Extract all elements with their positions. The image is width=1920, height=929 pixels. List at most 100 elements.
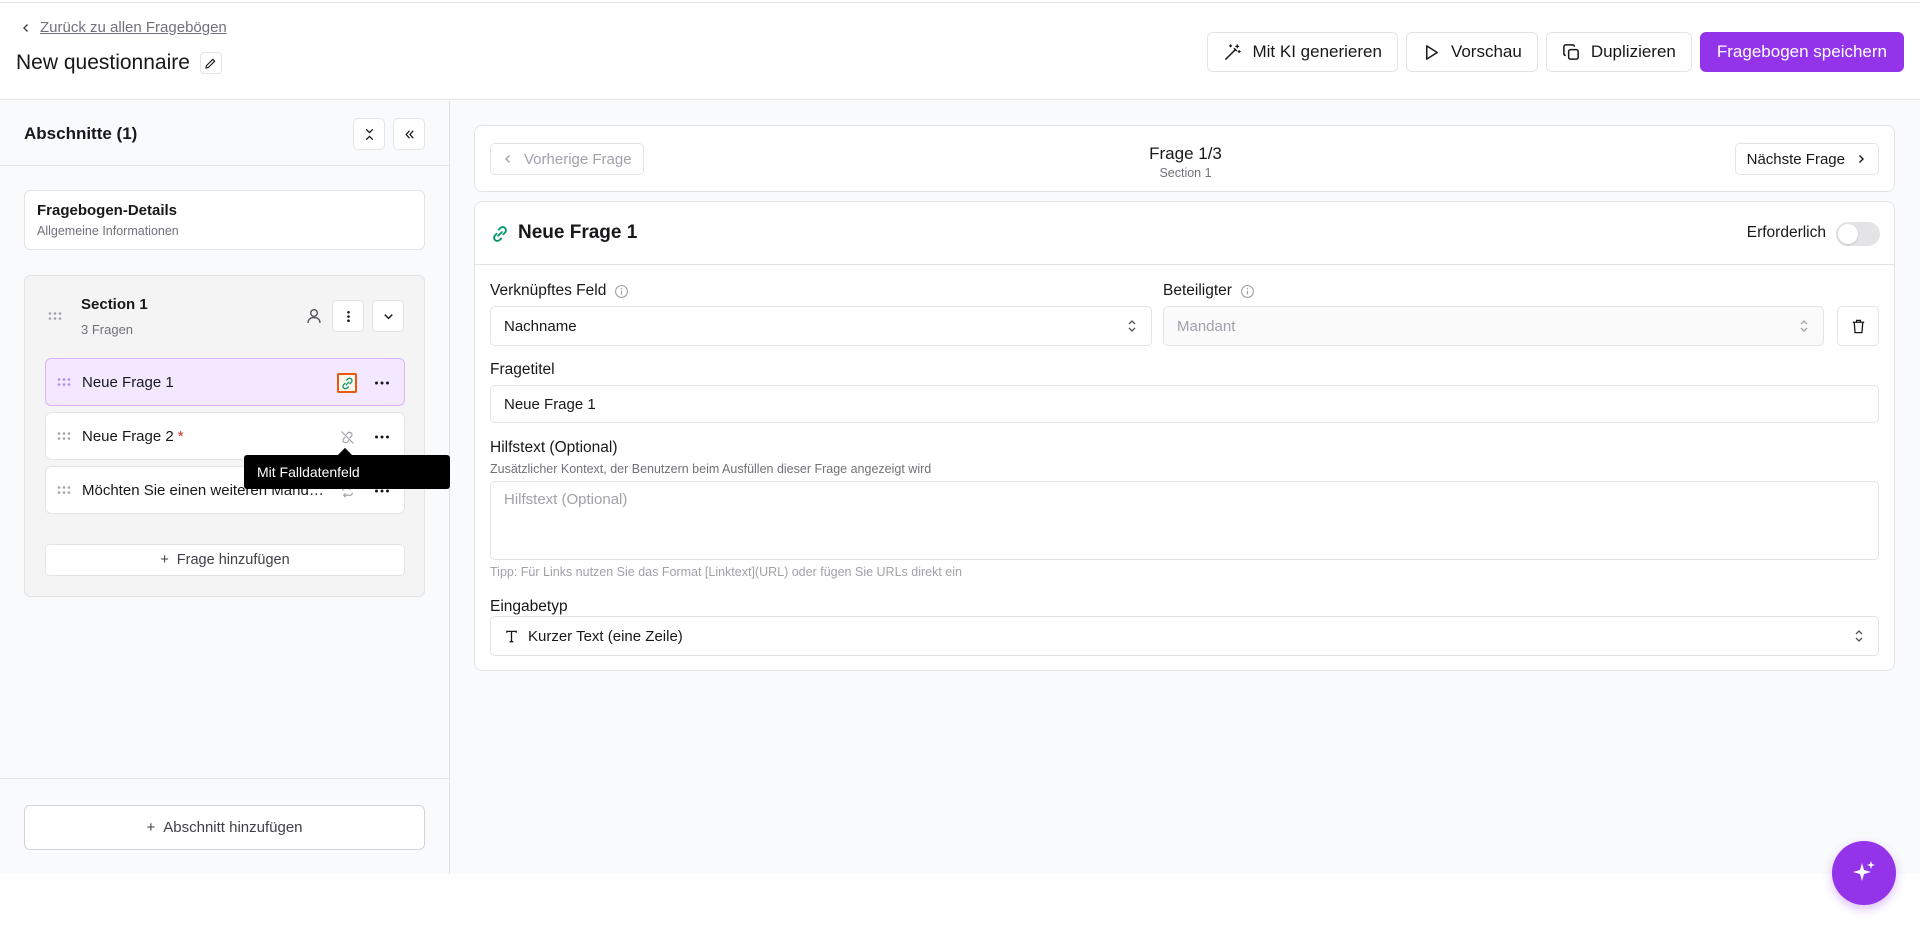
info-icon[interactable] xyxy=(1240,284,1255,299)
grip-icon xyxy=(57,378,71,386)
question-section-label: Section 1 xyxy=(1159,166,1212,180)
help-text-description: Zusätzlicher Kontext, der Benutzern beim… xyxy=(490,462,932,476)
add-question-button[interactable]: + Frage hinzufügen xyxy=(45,544,405,576)
next-question-label: Nächste Frage xyxy=(1746,150,1845,168)
collapse-all-button[interactable] xyxy=(353,118,385,150)
text-type-icon xyxy=(506,630,517,642)
question-label: Neue Frage 2 * xyxy=(82,428,184,445)
linked-field-label: Verknüpftes Feld xyxy=(490,282,629,300)
question-drag-handle[interactable] xyxy=(56,428,72,449)
linked-field-value: Nachname xyxy=(504,317,577,335)
link-icon xyxy=(341,377,353,389)
more-horizontal-icon[interactable] xyxy=(372,427,392,447)
ai-generate-label: Mit KI generieren xyxy=(1252,42,1382,61)
save-questionnaire-button[interactable]: Fragebogen speichern xyxy=(1699,32,1904,72)
sidebar-title: Abschnitte (1) xyxy=(24,124,138,143)
add-section-label: Abschnitt hinzufügen xyxy=(163,819,303,836)
question-position: Frage 1/3 Section 1 xyxy=(475,144,1896,180)
duplicate-button[interactable]: Duplizieren xyxy=(1545,32,1692,72)
chevrons-left-icon xyxy=(404,129,414,139)
chevrons-up-down-icon xyxy=(1128,320,1136,332)
preview-label: Vorschau xyxy=(1450,42,1522,61)
help-text-tip: Tipp: Für Links nutzen Sie das Format [L… xyxy=(490,565,962,579)
save-questionnaire-label: Fragebogen speichern xyxy=(1716,42,1887,61)
user-icon[interactable] xyxy=(305,307,323,325)
section-menu-button[interactable] xyxy=(332,300,364,332)
trash-icon xyxy=(1852,319,1864,333)
chevrons-collapse-icon xyxy=(365,128,373,140)
input-type-select[interactable]: Kurzer Text (eine Zeile) xyxy=(490,616,1879,656)
magic-wand-icon xyxy=(1225,43,1242,60)
question-title-label: Fragetitel xyxy=(490,361,555,379)
participant-value: Mandant xyxy=(1177,317,1236,335)
help-text-label-text: Hilfstext (Optional) xyxy=(490,439,618,456)
linked-field-toggle[interactable] xyxy=(337,373,357,393)
preview-button[interactable]: Vorschau xyxy=(1405,32,1538,72)
chevrons-up-down-icon xyxy=(1800,320,1808,332)
help-text-placeholder: Hilfstext (Optional) xyxy=(504,491,628,508)
question-card-header: Neue Frage 1 Erforderlich xyxy=(475,202,1894,265)
back-link-label: Zurück zu allen Fragebögen xyxy=(40,19,227,36)
sidebar-footer: + Abschnitt hinzufügen xyxy=(0,778,449,874)
required-label: Erforderlich xyxy=(1746,224,1826,241)
next-question-button[interactable]: Nächste Frage xyxy=(1734,143,1879,175)
more-horizontal-icon[interactable] xyxy=(372,373,392,393)
section-expand-button[interactable] xyxy=(372,300,404,332)
ai-generate-button[interactable]: Mit KI generieren xyxy=(1207,32,1398,72)
linked-field-toggle[interactable] xyxy=(337,427,357,447)
chevron-right-icon xyxy=(1859,155,1864,163)
sparkles-icon xyxy=(1853,861,1875,881)
help-text-textarea[interactable]: Hilfstext (Optional) xyxy=(490,481,1879,560)
link-icon xyxy=(493,226,507,242)
header-actions: Mit KI generieren Vorschau Duplizieren F… xyxy=(1207,32,1904,72)
input-type-label: Eingabetyp xyxy=(490,598,568,616)
input-type-label-text: Eingabetyp xyxy=(490,598,568,615)
chevron-left-icon xyxy=(23,23,28,32)
details-title: Fragebogen-Details xyxy=(37,202,178,219)
question-label: Neue Frage 1 xyxy=(82,374,174,391)
linked-field-label-text: Verknüpftes Feld xyxy=(490,282,607,299)
delete-link-button[interactable] xyxy=(1837,306,1879,346)
question-item-2[interactable]: Neue Frage 2 * xyxy=(45,412,405,460)
question-drag-handle[interactable] xyxy=(56,482,72,503)
unlink-icon xyxy=(340,430,354,444)
duplicate-label: Duplizieren xyxy=(1590,42,1676,61)
ai-assistant-button[interactable] xyxy=(1832,841,1896,905)
questionnaire-details-card[interactable]: Fragebogen-Details Allgemeine Informatio… xyxy=(24,190,425,250)
edit-title-button[interactable] xyxy=(199,52,222,74)
participant-label: Beteiligter xyxy=(1163,282,1255,300)
participant-select[interactable]: Mandant xyxy=(1163,306,1824,346)
question-card: Neue Frage 1 Erforderlich Verknüpftes Fe… xyxy=(474,201,1895,671)
collapse-sidebar-button[interactable] xyxy=(393,118,425,150)
add-section-button[interactable]: + Abschnitt hinzufügen xyxy=(24,805,425,850)
question-title: Neue Frage 1 xyxy=(518,222,638,243)
question-position-label: Frage 1/3 xyxy=(1149,144,1222,163)
chevron-down-icon xyxy=(383,313,393,319)
question-title-input[interactable]: Neue Frage 1 xyxy=(490,385,1879,423)
play-icon xyxy=(1425,44,1438,60)
add-question-label: Frage hinzufügen xyxy=(176,552,290,568)
page-title: New questionnaire xyxy=(16,51,190,74)
section-question-count: 3 Fragen xyxy=(81,322,134,337)
question-navigator: Vorherige Frage Frage 1/3 Section 1 Näch… xyxy=(474,125,1895,192)
chevrons-up-down-icon xyxy=(1855,630,1863,642)
question-item-1[interactable]: Neue Frage 1 xyxy=(45,358,405,406)
details-subtitle: Allgemeine Informationen xyxy=(37,224,179,238)
grip-icon xyxy=(57,486,71,494)
question-editor: Vorherige Frage Frage 1/3 Section 1 Näch… xyxy=(450,101,1920,874)
required-marker: * xyxy=(177,428,184,445)
section-drag-handle[interactable] xyxy=(47,308,63,329)
linked-field-select[interactable]: Nachname xyxy=(490,306,1152,346)
participant-label-text: Beteiligter xyxy=(1163,282,1232,299)
question-title-label-text: Fragetitel xyxy=(490,361,555,378)
question-drag-handle[interactable] xyxy=(56,374,72,395)
input-type-value: Kurzer Text (eine Zeile) xyxy=(528,627,683,645)
grip-icon xyxy=(48,312,62,320)
page-header: Zurück zu allen Fragebögen New questionn… xyxy=(0,3,1920,100)
info-icon[interactable] xyxy=(614,284,629,299)
section-card: Section 1 3 Fragen Neue Frage 1 Neue Fra… xyxy=(24,275,425,597)
bottom-area xyxy=(0,874,1920,929)
back-link[interactable]: Zurück zu allen Fragebögen xyxy=(20,19,227,36)
section-title: Section 1 xyxy=(81,296,148,313)
required-toggle[interactable] xyxy=(1836,222,1880,246)
